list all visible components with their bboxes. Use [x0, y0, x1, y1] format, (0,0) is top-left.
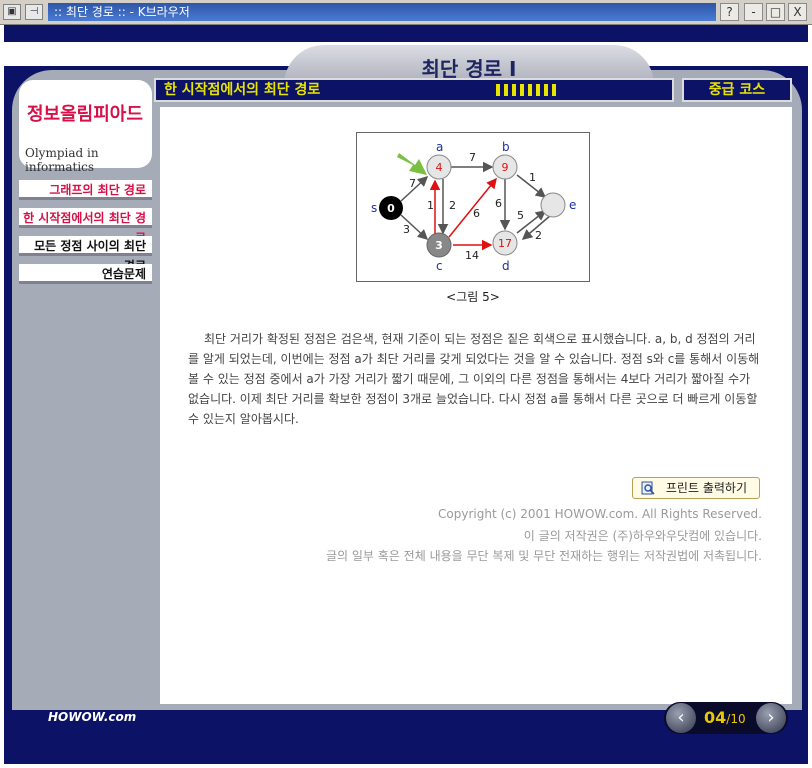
help-button[interactable]: ?: [720, 3, 739, 21]
olympiad-logo: 정보올림피아드 Olympiad in informatics: [19, 80, 152, 174]
page-total: 10: [730, 712, 746, 726]
edge-label: 14: [465, 249, 479, 262]
nav-item-all-pairs[interactable]: 모든 정점 사이의 최단 경로: [19, 236, 152, 273]
nav-label: 그래프의 최단 경로: [49, 183, 146, 197]
prev-page-button[interactable]: ‹: [666, 703, 696, 733]
copyright-notice-line: 글의 일부 혹은 전체 내용을 무단 복제 및 무단 전재하는 행위는 저작권법…: [326, 549, 762, 563]
page-frame: 최단 경로 I 한 시작점에서의 최단 경로 중급 코스 정보올림피아드 Oly…: [4, 25, 808, 764]
howow-logo: HOWOW.com: [48, 710, 137, 724]
copyright-owner-line: 이 글의 저작권은 (주)하우와우닷컴에 있습니다.: [523, 529, 762, 543]
node-value: 17: [498, 237, 512, 250]
graph-figure: 7 3 7 1 2 6 14 1 6 5 2 0 4 9 3 17 s a b …: [356, 132, 590, 282]
nav-item-single-source[interactable]: 한 시작점에서의 최단 경로: [19, 208, 152, 245]
logo-english: Olympiad in informatics: [25, 146, 99, 174]
course-badge: 중급 코스: [682, 78, 792, 102]
edge-label: 1: [427, 199, 434, 212]
browser-app-icon[interactable]: ▣: [3, 4, 21, 20]
nav-item-exercises[interactable]: 연습문제: [19, 264, 152, 284]
graph-svg: 7 3 7 1 2 6 14 1 6 5 2 0 4 9 3 17 s a b …: [371, 140, 576, 273]
next-page-button[interactable]: ›: [756, 703, 786, 733]
main-content: 7 3 7 1 2 6 14 1 6 5 2 0 4 9 3 17 s a b …: [160, 107, 792, 704]
edge-label: 3: [403, 223, 410, 236]
section-header: 한 시작점에서의 최단 경로: [154, 78, 674, 102]
pointer-arrow-icon: [397, 153, 427, 175]
checker-decoration: [496, 84, 556, 96]
footer-bar: HOWOW.com ‹ 04/10 ›: [4, 690, 808, 764]
print-label: 프린트 출력하기: [665, 481, 747, 495]
minimize-button[interactable]: -: [744, 3, 763, 21]
logo-korean: 정보올림피아드: [27, 104, 143, 125]
nav-item-graph-shortest-path[interactable]: 그래프의 최단 경로: [19, 180, 152, 200]
node-value: 0: [387, 202, 395, 215]
node-name: b: [502, 140, 510, 154]
figure-caption: <그림 5>: [446, 290, 500, 304]
node-value: 4: [436, 161, 443, 174]
node-e: [540, 192, 566, 218]
edge-label: 7: [409, 177, 416, 190]
edge-label: 1: [529, 171, 536, 184]
node-name: c: [436, 259, 443, 273]
edge-label: 2: [449, 199, 456, 212]
page-current: 04: [704, 708, 727, 727]
explanation-paragraph: 최단 거리가 확정된 정점은 검은색, 현재 기준이 되는 정점은 짙은 회색으…: [188, 332, 760, 426]
window-title: :: 최단 경로 :: - K브라우저: [48, 3, 716, 21]
node-value: 9: [502, 161, 509, 174]
section-title: 한 시작점에서의 최단 경로: [164, 82, 321, 98]
edge-label: 6: [495, 197, 502, 210]
edge-label: 6: [473, 207, 480, 220]
print-button[interactable]: 프린트 출력하기: [632, 477, 760, 499]
edge-label: 5: [517, 209, 524, 222]
pin-icon[interactable]: ⊣: [25, 4, 43, 20]
edge-label: 7: [469, 151, 476, 164]
node-name: e: [569, 198, 576, 212]
maximize-button[interactable]: □: [766, 3, 785, 21]
edge-label: 2: [535, 229, 542, 242]
print-magnifier-icon: [641, 481, 655, 495]
node-name: s: [371, 201, 377, 215]
node-name: d: [502, 259, 510, 273]
close-button[interactable]: X: [788, 3, 807, 21]
nav-label: 연습문제: [101, 267, 146, 281]
page-indicator: 04/10: [704, 708, 746, 727]
node-name: a: [436, 140, 443, 154]
window-titlebar: ▣ ⊣ :: 최단 경로 :: - K브라우저 ? - □ X: [0, 0, 812, 25]
copyright-line: Copyright (c) 2001 HOWOW.com. All Rights…: [438, 507, 762, 521]
node-value: 3: [435, 239, 443, 252]
page-navigator: ‹ 04/10 ›: [664, 702, 788, 734]
